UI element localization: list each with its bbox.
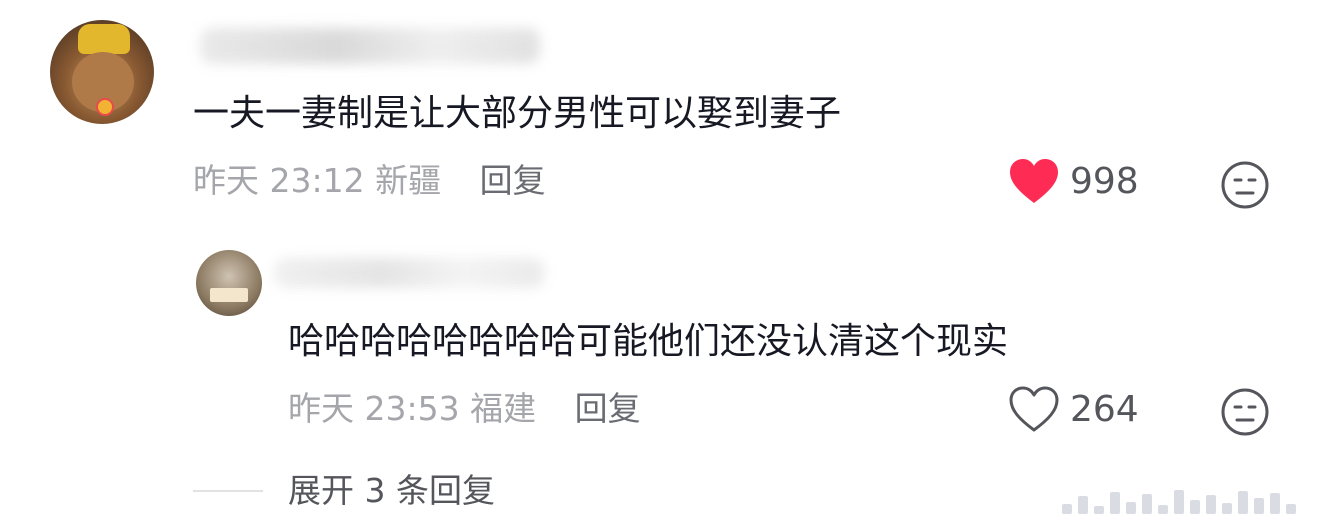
comment-time: 昨天 23:12 — [193, 161, 365, 200]
avatar-hat — [78, 24, 130, 54]
like-button[interactable]: 264 — [1008, 386, 1139, 434]
comment-location: 新疆 — [375, 161, 442, 200]
heart-outline-icon — [1009, 386, 1059, 432]
like-count: 998 — [1070, 161, 1139, 202]
expand-replies-button[interactable]: 展开 3 条回复 — [288, 470, 495, 512]
avatar-lollipop — [96, 98, 114, 116]
like-count: 264 — [1070, 389, 1139, 430]
dislike-face-icon[interactable] — [1220, 160, 1270, 210]
replier-name-blurred[interactable] — [274, 258, 544, 288]
reply-location: 福建 — [470, 389, 537, 428]
like-button[interactable]: 998 — [1008, 158, 1139, 206]
reply-button[interactable]: 回复 — [575, 389, 641, 428]
commenter-avatar[interactable] — [50, 20, 154, 124]
reply-button[interactable]: 回复 — [480, 161, 546, 200]
heart-filled-icon — [1010, 159, 1058, 203]
comment-text: 一夫一妻制是让大部分男性可以娶到妻子 — [193, 93, 842, 134]
reply-text: 哈哈哈哈哈哈哈哈可能他们还没认清这个现实 — [288, 321, 1009, 362]
reply-meta: 昨天 23:53 福建 回复 — [288, 389, 641, 429]
dislike-face-icon[interactable] — [1220, 387, 1270, 437]
replier-avatar[interactable] — [196, 250, 262, 316]
avatar-sign — [210, 288, 248, 302]
reply-time: 昨天 23:53 — [288, 389, 460, 428]
comment-meta: 昨天 23:12 新疆 回复 — [193, 161, 546, 201]
watermark — [1062, 488, 1310, 514]
commenter-name-blurred[interactable] — [200, 28, 540, 64]
expand-divider — [193, 490, 263, 492]
